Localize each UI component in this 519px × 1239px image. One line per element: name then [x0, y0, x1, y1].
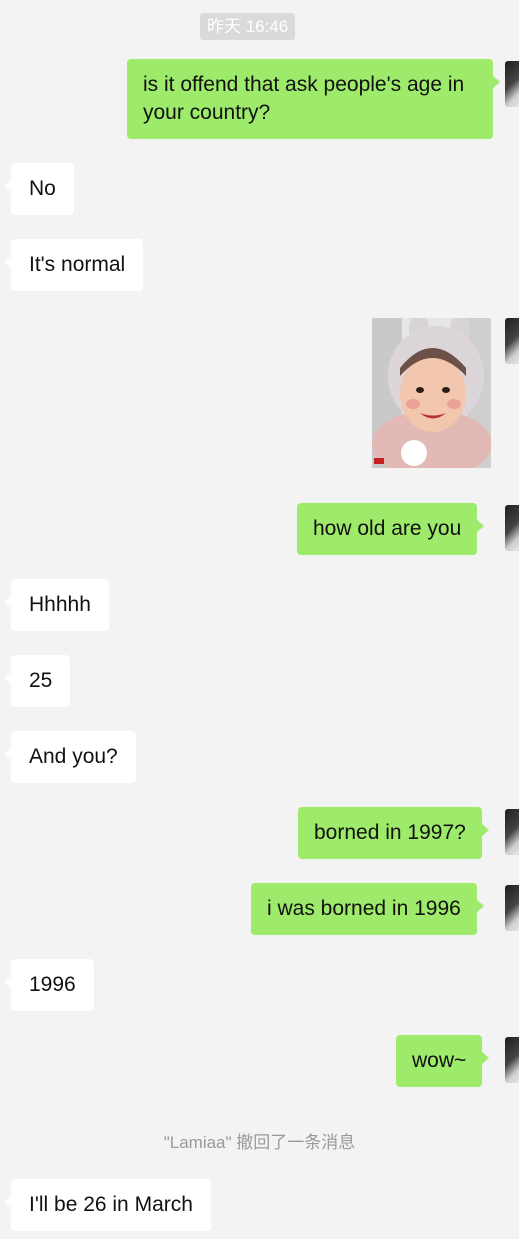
message-text: wow~ — [412, 1049, 467, 1072]
message-text: And you? — [29, 745, 118, 768]
message-bubble-incoming[interactable]: 1996 — [4, 959, 94, 1011]
message-bubble-incoming[interactable]: And you? — [4, 731, 136, 783]
my-avatar[interactable] — [505, 318, 519, 364]
message-bubble-incoming[interactable]: No — [4, 163, 74, 215]
message-bubble-outgoing[interactable]: wow~ — [396, 1035, 490, 1087]
message-text: is it offend that ask people's age in yo… — [143, 73, 465, 124]
message-text: It's normal — [29, 253, 126, 276]
message-bubble-outgoing[interactable]: i was borned in 1996 — [251, 883, 484, 935]
my-avatar[interactable] — [505, 61, 519, 107]
my-avatar[interactable] — [505, 809, 519, 855]
message-bubble-outgoing[interactable]: borned in 1997? — [298, 807, 489, 859]
timestamp: 昨天 16:46 — [200, 13, 296, 40]
message-bubble-outgoing[interactable]: how old are you — [297, 503, 485, 555]
message-text: Hhhhh — [29, 593, 91, 616]
message-text: 25 — [29, 669, 53, 692]
message-text: how old are you — [313, 517, 462, 540]
message-text: I'll be 26 in March — [29, 1193, 193, 1216]
message-bubble-incoming[interactable]: I'll be 26 in March — [4, 1179, 211, 1231]
message-bubble-outgoing[interactable]: is it offend that ask people's age in yo… — [127, 59, 500, 139]
message-text: 1996 — [29, 973, 76, 996]
my-avatar[interactable] — [505, 1037, 519, 1083]
message-text: No — [29, 177, 56, 200]
sticker-image[interactable] — [372, 318, 491, 468]
my-avatar[interactable] — [505, 505, 519, 551]
hooded-child-sticker-icon — [372, 318, 491, 468]
message-bubble-incoming[interactable]: Hhhhh — [4, 579, 109, 631]
my-avatar[interactable] — [505, 885, 519, 931]
message-bubble-incoming[interactable]: It's normal — [3, 239, 144, 291]
recall-notice: "Lamiaa" 撤回了一条消息 — [163, 1133, 356, 1152]
message-bubble-incoming[interactable]: 25 — [3, 655, 71, 707]
message-text: borned in 1997? — [314, 821, 466, 844]
message-text: i was borned in 1996 — [267, 897, 461, 920]
